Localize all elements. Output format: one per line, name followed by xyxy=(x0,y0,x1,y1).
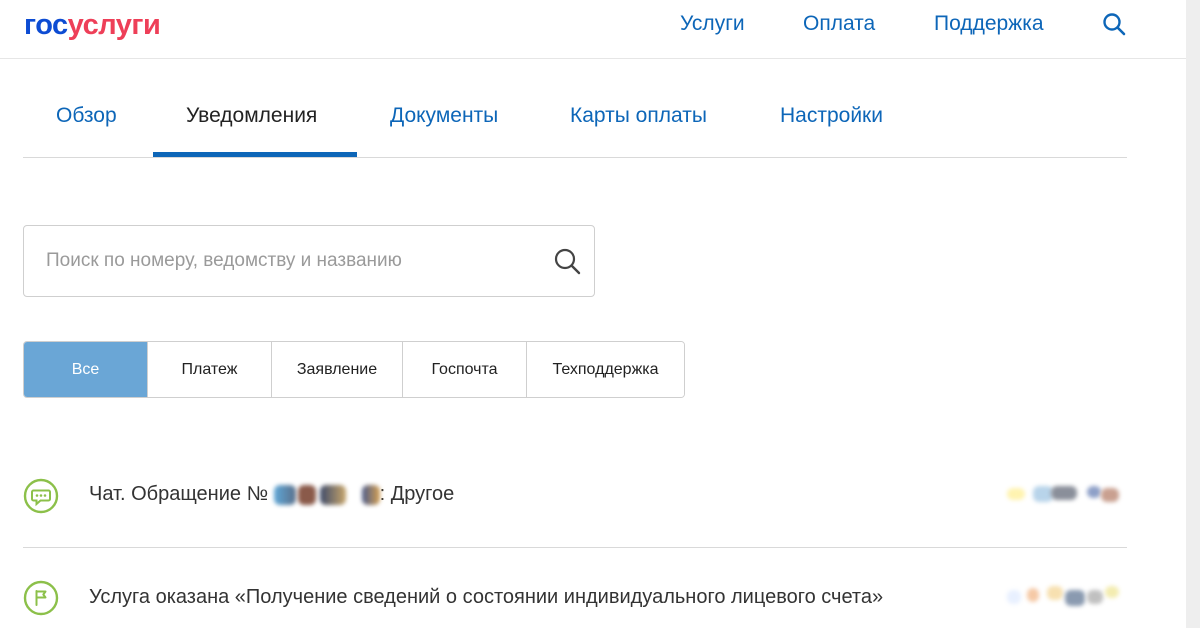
list-divider xyxy=(23,547,1127,548)
search-icon[interactable] xyxy=(552,246,584,278)
notification-title-suffix: : Другое xyxy=(379,483,455,505)
tab-overview[interactable]: Обзор xyxy=(56,104,117,128)
tabs-divider xyxy=(23,157,1127,158)
logo-part-uslugi: услуги xyxy=(67,9,161,41)
nav-payment-link[interactable]: Оплата xyxy=(803,12,875,36)
notification-date-redacted xyxy=(1007,586,1127,608)
gosuslugi-logo[interactable]: госуслуги xyxy=(24,8,161,42)
notification-date-redacted xyxy=(1007,484,1127,506)
chat-icon xyxy=(23,478,59,514)
notification-type-filter: Все Платеж Заявление Госпочта Техподдерж… xyxy=(23,341,685,398)
page-scroll-gutter xyxy=(1186,0,1200,628)
tab-documents[interactable]: Документы xyxy=(390,104,498,128)
notification-search-input[interactable] xyxy=(46,246,536,276)
redacted-number xyxy=(273,484,296,505)
site-header: госуслуги Услуги Оплата Поддержка xyxy=(0,0,1186,59)
list-item[interactable]: Чат. Обращение № : Другое xyxy=(23,476,1127,516)
notification-title: Услуга оказана «Получение сведений о сос… xyxy=(89,586,884,608)
redacted-number xyxy=(361,484,380,505)
notification-search-box xyxy=(23,225,595,297)
filter-payment-button[interactable]: Платеж xyxy=(148,342,272,397)
notification-title: Чат. Обращение № : Другое xyxy=(89,480,889,508)
redacted-number xyxy=(319,484,346,505)
tab-settings[interactable]: Настройки xyxy=(780,104,883,128)
logo-part-gos: гос xyxy=(24,9,68,41)
notification-title-prefix: Чат. Обращение № xyxy=(89,483,274,505)
tab-notifications[interactable]: Уведомления xyxy=(186,104,317,128)
flag-icon xyxy=(23,580,59,616)
filter-application-button[interactable]: Заявление xyxy=(272,342,403,397)
search-icon[interactable] xyxy=(1100,10,1130,40)
list-item[interactable]: Услуга оказана «Получение сведений о сос… xyxy=(23,578,1127,638)
filter-all-button[interactable]: Все xyxy=(24,342,148,397)
redacted-number xyxy=(297,484,316,505)
filter-gospochta-button[interactable]: Госпочта xyxy=(403,342,527,397)
nav-support-link[interactable]: Поддержка xyxy=(934,12,1044,36)
filter-techsupport-button[interactable]: Техподдержка xyxy=(527,342,684,397)
tab-payment-cards[interactable]: Карты оплаты xyxy=(570,104,707,128)
nav-services-link[interactable]: Услуги xyxy=(680,12,745,36)
